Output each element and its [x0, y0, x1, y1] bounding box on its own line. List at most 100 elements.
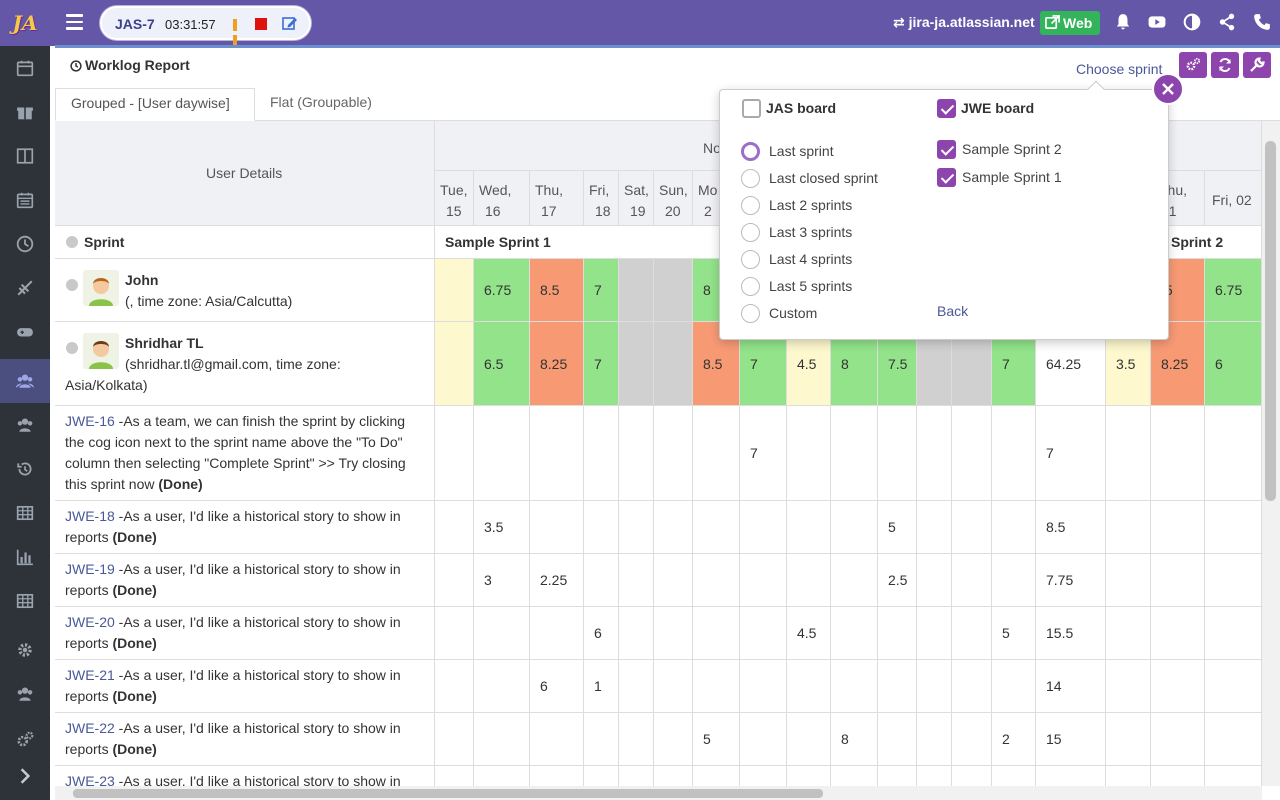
sprint-option-label[interactable]: Last closed sprint: [769, 170, 878, 186]
gamepad-icon[interactable]: [0, 310, 50, 354]
clock-icon[interactable]: [0, 222, 50, 266]
choose-sprint-link[interactable]: Choose sprint: [1076, 61, 1162, 77]
gear-icon[interactable]: [0, 628, 50, 672]
stop-icon[interactable]: [255, 18, 267, 30]
instance-link[interactable]: ⇄ jira-ja.atlassian.net: [893, 14, 1035, 31]
issue-link[interactable]: JWE-19: [65, 561, 115, 577]
sprint-option-label[interactable]: Last sprint: [769, 143, 834, 159]
contrast-icon[interactable]: [1183, 13, 1203, 33]
tab-grouped[interactable]: Grouped - [User daywise]: [55, 88, 255, 121]
sprint-option-radio[interactable]: [741, 304, 760, 323]
sprint-option-radio[interactable]: [741, 277, 760, 296]
user-name: Shridhar TL: [125, 335, 204, 351]
jwe-board-label[interactable]: JWE board: [961, 100, 1034, 116]
user-detail: (shridhar.tl@gmail.com, time zone:: [125, 356, 341, 372]
close-button[interactable]: [1152, 73, 1184, 105]
app-logo[interactable]: JA: [0, 0, 50, 46]
chevron-right-icon[interactable]: [0, 754, 50, 798]
cogs-icon: [1186, 57, 1201, 71]
chevron-down-icon[interactable]: [66, 236, 78, 248]
chevron-right-icon[interactable]: [66, 279, 78, 291]
value-cell: [435, 259, 474, 322]
back-link[interactable]: Back: [937, 303, 968, 319]
day-name: Sun,: [659, 182, 688, 198]
tools-button[interactable]: [1243, 52, 1271, 78]
edit-icon[interactable]: [282, 15, 298, 31]
value-cell: [917, 501, 952, 554]
menu-icon[interactable]: [66, 14, 83, 30]
calendar-icon[interactable]: [0, 46, 50, 90]
chevron-down-icon[interactable]: [66, 342, 78, 354]
sprint-option-label[interactable]: Last 3 sprints: [769, 224, 852, 240]
bar-chart-icon[interactable]: [0, 535, 50, 579]
day-name: Tue,: [440, 182, 468, 198]
users-icon[interactable]: [0, 672, 50, 716]
issue-link[interactable]: JWE-16: [65, 413, 115, 429]
share-icon[interactable]: [1218, 13, 1238, 33]
issue-summary: column then selecting "Complete Sprint" …: [65, 455, 406, 471]
value-cell: 7: [1036, 406, 1106, 501]
phone-icon[interactable]: [1253, 13, 1273, 33]
sprint-option-radio[interactable]: [741, 169, 760, 188]
timer-issue-key[interactable]: JAS-7: [115, 16, 155, 32]
sprint-checkbox[interactable]: [937, 140, 956, 159]
issue-summary: reports: [65, 529, 113, 545]
day-header: Fri, 02: [1205, 171, 1262, 226]
issue-link[interactable]: JWE-21: [65, 667, 115, 683]
tab-flat[interactable]: Flat (Groupable): [255, 88, 387, 121]
value-cell: [654, 607, 693, 660]
value-cell: [1151, 554, 1205, 607]
day-header: Sun, 20: [654, 171, 693, 226]
sprint-label[interactable]: Sample Sprint 1: [962, 169, 1062, 185]
bell-icon[interactable]: [1114, 13, 1134, 33]
plane-icon[interactable]: [0, 266, 50, 310]
issue-summary: reports: [65, 635, 113, 651]
value-cell: 1: [584, 660, 619, 713]
issue-link[interactable]: JWE-20: [65, 614, 115, 630]
value-cell: [878, 660, 917, 713]
sprint-option-label[interactable]: Last 5 sprints: [769, 278, 852, 294]
sprint-option-label[interactable]: Last 2 sprints: [769, 197, 852, 213]
jwe-board-checkbox[interactable]: [937, 99, 956, 118]
users-icon[interactable]: [0, 403, 50, 447]
value-cell: [693, 406, 740, 501]
sprint-label[interactable]: Sample Sprint 2: [962, 141, 1062, 157]
day-date: 19: [630, 203, 646, 219]
issue-link[interactable]: JWE-22: [65, 720, 115, 736]
issue-link[interactable]: JWE-18: [65, 508, 115, 524]
table-icon[interactable]: [0, 491, 50, 535]
value-cell: [1205, 660, 1262, 713]
refresh-button[interactable]: [1211, 52, 1239, 78]
gift-icon[interactable]: [0, 90, 50, 134]
sprint-option-radio[interactable]: [741, 223, 760, 242]
sprint-option-radio[interactable]: [741, 250, 760, 269]
sprint-option-label[interactable]: Last 4 sprints: [769, 251, 852, 267]
jas-board-label[interactable]: JAS board: [766, 100, 836, 116]
sprint-checkbox[interactable]: [937, 168, 956, 187]
clock-icon: [70, 60, 82, 72]
top-bar: JA JAS-7 03:31:57 ⇄ jira-ja.atlassian.ne…: [0, 0, 1280, 47]
sprint-option-radio[interactable]: [741, 196, 760, 215]
pause-icon[interactable]: [233, 18, 245, 47]
calendar-icon[interactable]: [0, 178, 50, 222]
columns-icon[interactable]: [0, 134, 50, 178]
sprint-option-label[interactable]: Custom: [769, 305, 817, 321]
value-cell: [530, 766, 584, 786]
settings-button[interactable]: [1179, 52, 1207, 78]
value-cell: 2: [992, 713, 1036, 766]
users-icon[interactable]: [0, 359, 50, 403]
jas-board-checkbox[interactable]: [742, 99, 761, 118]
horizontal-scrollbar[interactable]: [55, 786, 1262, 800]
value-cell: [992, 501, 1036, 554]
value-cell: [952, 406, 992, 501]
web-button[interactable]: Web: [1040, 11, 1100, 35]
sprint-option-radio[interactable]: [741, 142, 760, 161]
close-icon: [1162, 83, 1174, 95]
issue-link[interactable]: JWE-23: [65, 773, 115, 786]
value-cell: [474, 406, 530, 501]
vertical-scrollbar[interactable]: [1262, 121, 1280, 786]
table-icon[interactable]: [0, 579, 50, 623]
history-icon[interactable]: [0, 447, 50, 491]
value-cell: [584, 766, 619, 786]
youtube-icon[interactable]: [1148, 13, 1168, 33]
